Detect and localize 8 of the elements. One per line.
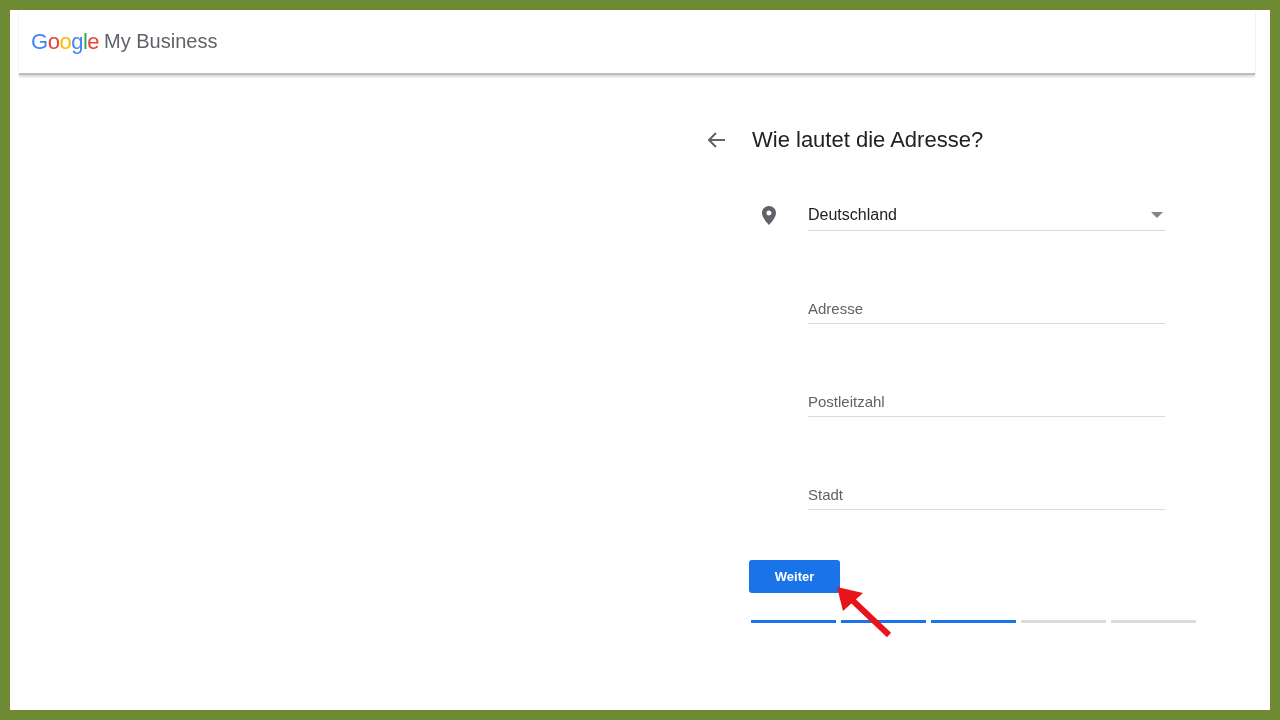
- country-select[interactable]: Deutschland: [808, 199, 1165, 231]
- dropdown-caret-icon: [1151, 211, 1163, 218]
- back-arrow-icon[interactable]: [708, 132, 726, 148]
- google-logo: Google: [31, 28, 99, 55]
- product-name: My Business: [104, 30, 218, 53]
- location-pin-icon: [762, 205, 776, 225]
- form-title: Wie lautet die Adresse?: [752, 127, 984, 153]
- next-button[interactable]: Weiter: [749, 560, 840, 593]
